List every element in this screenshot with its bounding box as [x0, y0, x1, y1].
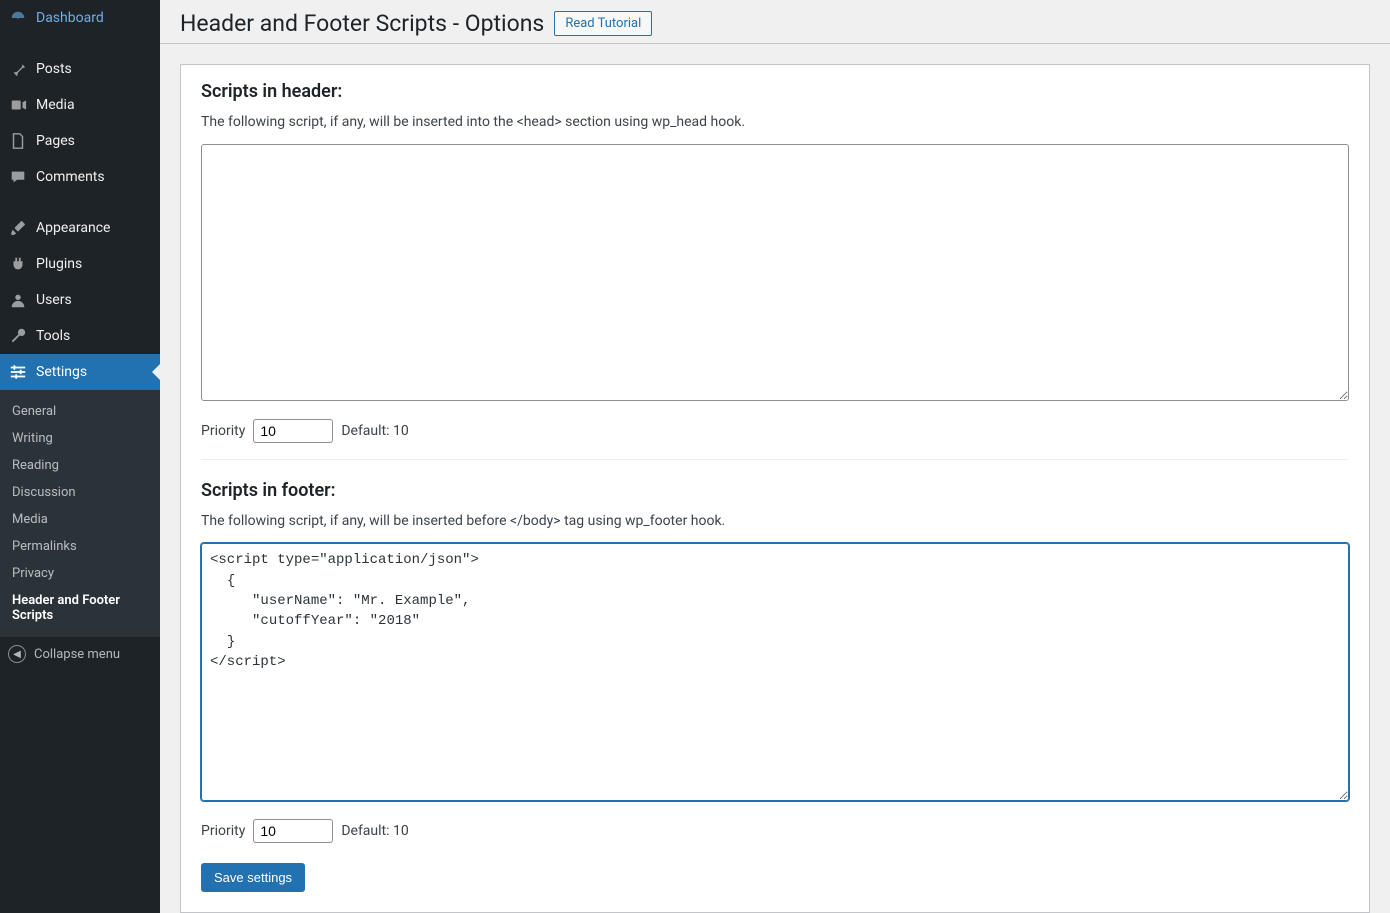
sidebar-item-label: Appearance — [36, 220, 152, 236]
sidebar-item-comments[interactable]: Comments — [0, 159, 160, 195]
section-description: The following script, if any, will be in… — [201, 513, 1349, 529]
sidebar-item-posts[interactable]: Posts — [0, 51, 160, 87]
sidebar-item-label: Media — [36, 97, 152, 113]
sidebar-item-label: Pages — [36, 133, 152, 149]
section-title: Scripts in footer: — [201, 480, 1349, 501]
options-panel: Scripts in header: The following script,… — [180, 64, 1370, 913]
page-title: Header and Footer Scripts - Options — [180, 9, 544, 39]
user-icon — [8, 290, 28, 310]
header-priority-input[interactable] — [253, 419, 333, 443]
comment-icon — [8, 167, 28, 187]
priority-default: Default: 10 — [341, 823, 408, 839]
dashboard-icon — [8, 8, 28, 28]
sidebar-item-label: Posts — [36, 61, 152, 77]
sidebar-item-label: Tools — [36, 328, 152, 344]
priority-row: Priority Default: 10 — [201, 419, 1349, 443]
sidebar-item-tools[interactable]: Tools — [0, 318, 160, 354]
section-title: Scripts in header: — [201, 81, 1349, 102]
header-scripts-textarea[interactable] — [201, 144, 1349, 402]
wrench-icon — [8, 326, 28, 346]
footer-priority-input[interactable] — [253, 819, 333, 843]
sidebar-item-plugins[interactable]: Plugins — [0, 246, 160, 282]
sidebar-item-settings[interactable]: Settings — [0, 354, 160, 390]
footer-scripts-textarea[interactable] — [201, 543, 1349, 801]
settings-submenu: General Writing Reading Discussion Media… — [0, 390, 160, 637]
collapse-menu[interactable]: ◀ Collapse menu — [0, 637, 160, 671]
sidebar-item-label: Comments — [36, 169, 152, 185]
priority-label: Priority — [201, 823, 245, 839]
sidebar-item-appearance[interactable]: Appearance — [0, 210, 160, 246]
header-scripts-section: Scripts in header: The following script,… — [201, 65, 1349, 444]
save-settings-button[interactable]: Save settings — [201, 863, 305, 892]
collapse-icon: ◀ — [8, 645, 26, 663]
sliders-icon — [8, 362, 28, 382]
submenu-item-discussion[interactable]: Discussion — [0, 479, 160, 506]
priority-default: Default: 10 — [341, 423, 408, 439]
sidebar-item-users[interactable]: Users — [0, 282, 160, 318]
sidebar-item-label: Settings — [36, 364, 152, 380]
read-tutorial-button[interactable]: Read Tutorial — [554, 11, 652, 36]
submenu-item-reading[interactable]: Reading — [0, 452, 160, 479]
submenu-item-writing[interactable]: Writing — [0, 425, 160, 452]
submenu-item-header-footer-scripts[interactable]: Header and Footer Scripts — [0, 587, 160, 629]
footer-scripts-section: Scripts in footer: The following script,… — [201, 459, 1349, 843]
main-content: Header and Footer Scripts - Options Read… — [160, 0, 1390, 913]
sidebar-item-media[interactable]: Media — [0, 87, 160, 123]
sidebar-item-dashboard[interactable]: Dashboard — [0, 0, 160, 36]
submenu-item-privacy[interactable]: Privacy — [0, 560, 160, 587]
submenu-item-media[interactable]: Media — [0, 506, 160, 533]
sidebar-item-label: Users — [36, 292, 152, 308]
sidebar-item-label: Dashboard — [36, 10, 152, 26]
submenu-item-general[interactable]: General — [0, 398, 160, 425]
submenu-item-permalinks[interactable]: Permalinks — [0, 533, 160, 560]
plug-icon — [8, 254, 28, 274]
priority-label: Priority — [201, 423, 245, 439]
section-description: The following script, if any, will be in… — [201, 114, 1349, 130]
sidebar-item-label: Plugins — [36, 256, 152, 272]
brush-icon — [8, 218, 28, 238]
page-icon — [8, 131, 28, 151]
collapse-label: Collapse menu — [34, 647, 120, 662]
pin-icon — [8, 59, 28, 79]
priority-row: Priority Default: 10 — [201, 819, 1349, 843]
admin-sidebar: Dashboard Posts Media Pages Commen — [0, 0, 160, 913]
page-header: Header and Footer Scripts - Options Read… — [160, 0, 1390, 44]
sidebar-item-pages[interactable]: Pages — [0, 123, 160, 159]
media-icon — [8, 95, 28, 115]
